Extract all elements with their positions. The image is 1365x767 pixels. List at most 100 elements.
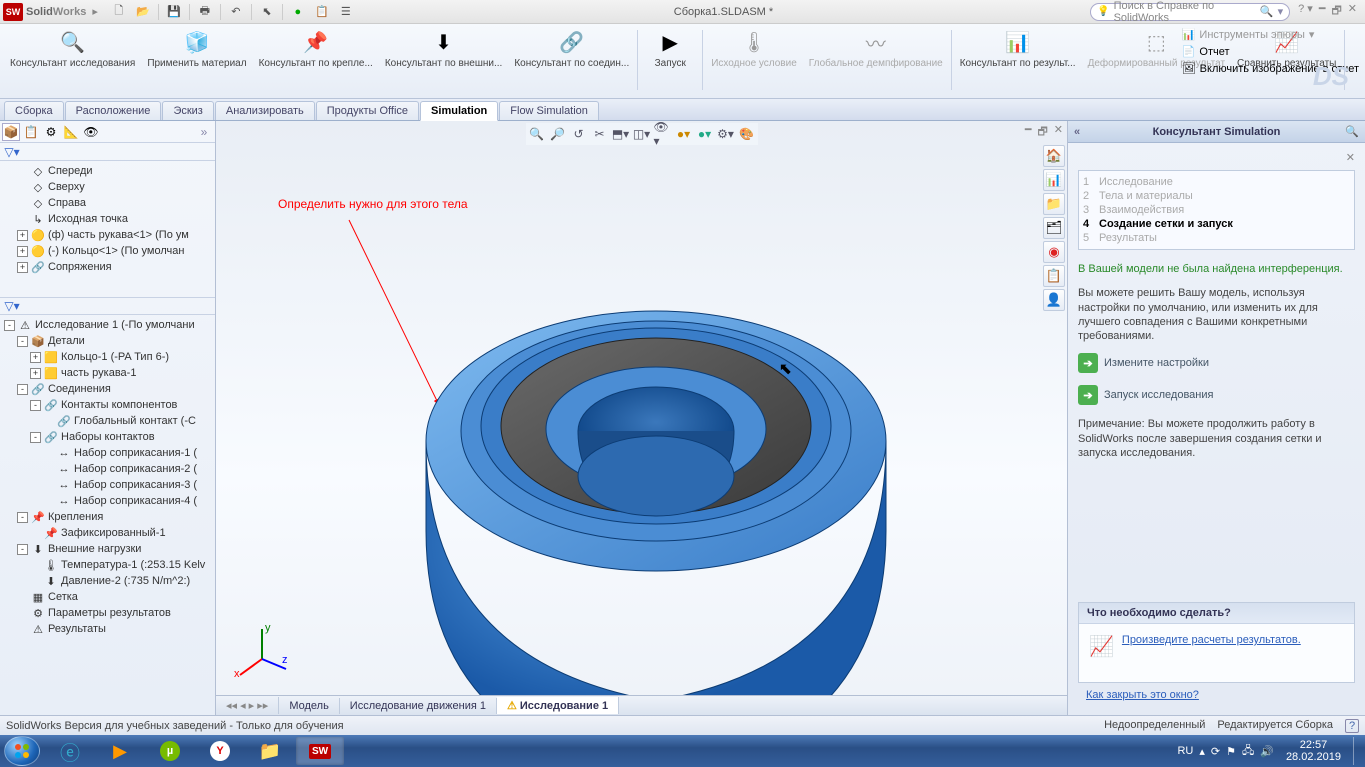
properties-button[interactable]: ☰: [335, 2, 357, 22]
expand-icon[interactable]: +: [17, 230, 28, 241]
sim-result-opts[interactable]: ⚙Параметры результатов: [0, 605, 215, 621]
expand-icon[interactable]: -: [30, 432, 41, 443]
ribbon-item-1[interactable]: 🧊Применить материал: [141, 26, 252, 96]
display-style-icon[interactable]: ◫▾: [633, 125, 651, 143]
appearances-icon[interactable]: ◉: [1043, 241, 1065, 263]
section-view-icon[interactable]: ✂: [591, 125, 609, 143]
sim-part-item[interactable]: +🟨часть рукава-1: [0, 365, 215, 381]
graphics-viewport[interactable]: 🔍 🔎 ↺ ✂ ⬒▾ ◫▾ 👁▾ ●▾ ●▾ ⚙▾ 🎨 ━ 🗗 ✕ 🏠 📊 📁 …: [216, 121, 1067, 715]
ribbon-item-2[interactable]: 📌Консультант по крепле...: [253, 26, 379, 96]
sim-contact-set-item[interactable]: ↔Набор соприкасания-3 (: [0, 477, 215, 493]
simulation-tree[interactable]: -⚠Исследование 1 (-По умолчани-📦Детали+🟨…: [0, 315, 215, 715]
expand-icon[interactable]: -: [17, 384, 28, 395]
show-desktop-button[interactable]: [1353, 737, 1361, 765]
ribbon-item-5[interactable]: ▶Запуск: [640, 26, 700, 96]
property-manager-tab[interactable]: 📋: [22, 123, 40, 141]
close-button[interactable]: ✕: [1348, 2, 1357, 21]
tree-item[interactable]: ↳Исходная точка: [0, 211, 215, 227]
display-pane-tab[interactable]: 👁: [82, 123, 100, 141]
tab-анализировать[interactable]: Анализировать: [215, 101, 315, 120]
tab-flow-simulation[interactable]: Flow Simulation: [499, 101, 599, 120]
ribbon-item-4[interactable]: 🔗Консультант по соедин...: [508, 26, 635, 96]
tree-item[interactable]: +🟡(-) Кольцо<1> (По умолчан: [0, 243, 215, 259]
print-button[interactable]: 🖶: [194, 2, 216, 22]
sim-load-press[interactable]: ⬇Давление-2 (:735 N/m^2:): [0, 573, 215, 589]
options-button[interactable]: 📋: [311, 2, 333, 22]
tree-item[interactable]: +🟡(ф) часть рукава<1> (По ум: [0, 227, 215, 243]
advisor-close-icon[interactable]: ✕: [1078, 151, 1355, 164]
new-doc-button[interactable]: 🗋: [108, 2, 130, 22]
tab-продукты-office[interactable]: Продукты Office: [316, 101, 419, 120]
tray-network-icon[interactable]: 🖧: [1242, 742, 1254, 761]
tab-эскиз[interactable]: Эскиз: [162, 101, 213, 120]
undo-button[interactable]: ↶: [225, 2, 247, 22]
expand-icon[interactable]: +: [17, 246, 28, 257]
plot-tools-row[interactable]: 📊Инструменты эпюры ▾: [1182, 28, 1359, 41]
advisor-step-1[interactable]: 1Исследование: [1083, 175, 1350, 189]
maximize-button[interactable]: 🗗: [1331, 2, 1341, 21]
sim-comp-contacts[interactable]: -🔗Контакты компонентов: [0, 397, 215, 413]
help-button[interactable]: ? ▾: [1298, 2, 1313, 21]
expand-icon[interactable]: -: [30, 400, 41, 411]
sim-global-contact[interactable]: 🔗Глобальный контакт (-С: [0, 413, 215, 429]
forum-icon[interactable]: 👤: [1043, 289, 1065, 311]
advisor-search-icon[interactable]: 🔍: [1345, 125, 1359, 138]
sim-load-temp[interactable]: 🌡Температура-1 (:253.15 Kelv: [0, 557, 215, 573]
appearance-icon[interactable]: ●▾: [696, 125, 714, 143]
utorrent-icon[interactable]: µ: [146, 737, 194, 765]
sim-fixture-item[interactable]: 📌Зафиксированный-1: [0, 525, 215, 541]
close-help-link[interactable]: Как закрыть это окно?: [1086, 689, 1199, 701]
custom-props-icon[interactable]: 📋: [1043, 265, 1065, 287]
filter-icon[interactable]: ▽▾: [3, 143, 21, 161]
expand-icon[interactable]: +: [30, 352, 41, 363]
expand-icon[interactable]: -: [17, 336, 28, 347]
design-library-icon[interactable]: 📊: [1043, 169, 1065, 191]
help-search[interactable]: 💡 Поиск в Справке по SolidWorks 🔍 ▾: [1090, 3, 1290, 21]
advisor-step-3[interactable]: 3Взаимодействия: [1083, 203, 1350, 217]
app-menu-arrow-icon[interactable]: ▸: [92, 5, 98, 18]
start-button[interactable]: [4, 736, 40, 766]
vp-close-icon[interactable]: ✕: [1054, 123, 1063, 142]
sim-contact-set-item[interactable]: ↔Набор соприкасания-2 (: [0, 461, 215, 477]
zoom-fit-icon[interactable]: 🔍: [528, 125, 546, 143]
render-icon[interactable]: 🎨: [738, 125, 756, 143]
rebuild-button[interactable]: ●: [287, 2, 309, 22]
scene-icon[interactable]: ●▾: [675, 125, 693, 143]
panel-expand-icon[interactable]: »: [195, 123, 213, 141]
advisor-step-5[interactable]: 5Результаты: [1083, 231, 1350, 245]
configuration-tab[interactable]: ⚙: [42, 123, 60, 141]
expand-icon[interactable]: +: [17, 262, 28, 273]
ribbon-item-0[interactable]: 🔍Консультант исследования: [4, 26, 141, 96]
expand-icon[interactable]: -: [4, 320, 15, 331]
solidworks-taskbar-icon[interactable]: SW: [296, 737, 344, 765]
filter-icon[interactable]: ▽▾: [3, 297, 21, 315]
search-dropdown-icon[interactable]: ▾: [1278, 5, 1284, 18]
ribbon-item-3[interactable]: ⬇Консультант по внешни...: [379, 26, 508, 96]
sim-fixtures[interactable]: -📌Крепления: [0, 509, 215, 525]
open-button[interactable]: 📂: [132, 2, 154, 22]
tree-item[interactable]: ◇Справа: [0, 195, 215, 211]
dim-xpert-tab[interactable]: 📐: [62, 123, 80, 141]
ribbon-item-8[interactable]: 📊Консультант по результ...: [954, 26, 1082, 96]
action-run-study[interactable]: ➔ Запуск исследования: [1078, 385, 1355, 405]
tree-item[interactable]: ◇Сверху: [0, 179, 215, 195]
yandex-browser-icon[interactable]: Y: [196, 737, 244, 765]
advisor-step-4[interactable]: 4Создание сетки и запуск: [1083, 217, 1350, 231]
vp-maximize-icon[interactable]: 🗗: [1037, 123, 1047, 142]
clock[interactable]: 22:57 28.02.2019: [1280, 739, 1347, 763]
sim-connections[interactable]: -🔗Соединения: [0, 381, 215, 397]
expand-icon[interactable]: +: [30, 368, 41, 379]
sim-part-item[interactable]: +🟨Кольцо-1 (-PA Тип 6-): [0, 349, 215, 365]
tab-сборка[interactable]: Сборка: [4, 101, 64, 120]
action-change-settings[interactable]: ➔ Измените настройки: [1078, 353, 1355, 373]
sim-contact-set-item[interactable]: ↔Набор соприкасания-1 (: [0, 445, 215, 461]
lang-indicator[interactable]: RU: [1177, 745, 1193, 757]
expand-icon[interactable]: -: [17, 512, 28, 523]
sim-loads[interactable]: -⬇Внешние нагрузки: [0, 541, 215, 557]
sim-contact-set-item[interactable]: ↔Набор соприкасания-4 (: [0, 493, 215, 509]
tab-arrows[interactable]: ◂◂ ◂ ▸ ▸▸: [216, 697, 279, 714]
select-button[interactable]: ⬉: [256, 2, 278, 22]
tab-study-1[interactable]: ⚠Исследование 1: [497, 697, 619, 714]
status-help-icon[interactable]: ?: [1345, 719, 1359, 733]
search-go-icon[interactable]: 🔍: [1260, 5, 1274, 18]
